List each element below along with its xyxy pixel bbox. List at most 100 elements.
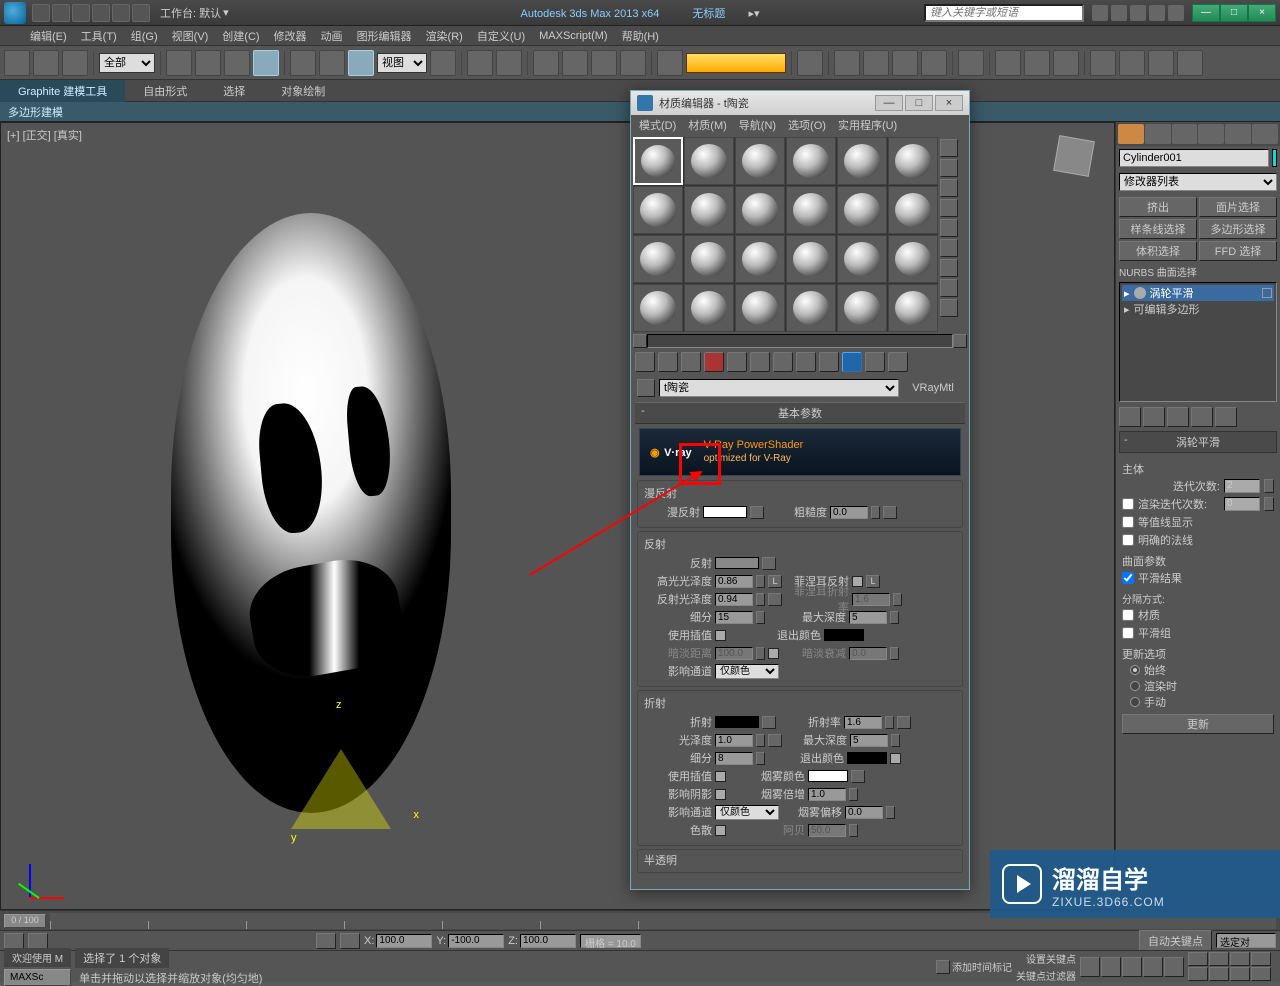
- menu-views[interactable]: 视图(V): [172, 28, 209, 44]
- render-iter-checkbox[interactable]: [1122, 498, 1134, 510]
- autokey-button[interactable]: 自动关键点: [1139, 930, 1212, 952]
- bulb-icon[interactable]: [1134, 287, 1146, 299]
- motion-tab-icon[interactable]: [1198, 124, 1224, 144]
- time-slider[interactable]: 0 / 100: [4, 914, 46, 928]
- zoom-all-icon[interactable]: [1251, 952, 1271, 966]
- dispersion-checkbox[interactable]: [715, 825, 726, 836]
- mat-menu-material[interactable]: 材质(M): [688, 117, 727, 133]
- move-icon[interactable]: [290, 50, 316, 76]
- next-frame-icon[interactable]: [1143, 957, 1163, 977]
- sample-slot-21[interactable]: [735, 284, 785, 332]
- fog-map-button[interactable]: [851, 770, 865, 783]
- mat-maximize-button[interactable]: □: [905, 95, 933, 111]
- pivot-icon[interactable]: [430, 50, 456, 76]
- sample-slot-3[interactable]: [735, 137, 785, 185]
- get-material-icon[interactable]: [635, 352, 655, 372]
- mat-close-button[interactable]: ×: [935, 95, 963, 111]
- sample-slot-2[interactable]: [684, 137, 734, 185]
- diffuse-color-swatch[interactable]: [703, 506, 747, 518]
- mod-btn-volsel[interactable]: 体积选择: [1119, 241, 1197, 261]
- object-color-swatch[interactable]: [1272, 149, 1277, 167]
- pan-icon[interactable]: [1188, 952, 1208, 966]
- teapot2-icon[interactable]: [1119, 50, 1145, 76]
- smooth-result-checkbox[interactable]: [1122, 572, 1134, 584]
- ior-map-button[interactable]: [897, 716, 911, 729]
- bind-spacewarp-icon[interactable]: [62, 50, 88, 76]
- material-editor-titlebar[interactable]: 材质编辑器 - t陶瓷 — □ ×: [631, 91, 969, 115]
- qat-undo-icon[interactable]: [92, 4, 110, 22]
- sample-slot-17[interactable]: [837, 235, 887, 283]
- workspace-dropdown-icon[interactable]: ▾: [223, 6, 229, 19]
- put-to-scene-icon[interactable]: [658, 352, 678, 372]
- favorites-icon[interactable]: [1149, 5, 1165, 21]
- spinner-icon[interactable]: [871, 506, 880, 519]
- qat-save-icon[interactable]: [72, 4, 90, 22]
- mirror-icon[interactable]: [797, 50, 823, 76]
- close-button[interactable]: ×: [1248, 4, 1276, 22]
- rotate-icon[interactable]: [319, 50, 345, 76]
- mat-menu-options[interactable]: 选项(O): [788, 117, 826, 133]
- sample-slot-9[interactable]: [735, 186, 785, 234]
- display-tab-icon[interactable]: [1225, 124, 1251, 144]
- sample-slot-18[interactable]: [888, 235, 938, 283]
- make-unique-icon[interactable]: [750, 352, 770, 372]
- set-key-button[interactable]: 设置关键点: [1026, 951, 1076, 966]
- menu-animation[interactable]: 动画: [321, 28, 343, 44]
- roughness-spinner[interactable]: 0.0: [830, 506, 868, 519]
- ribbon-tab-graphite[interactable]: Graphite 建模工具: [0, 80, 125, 102]
- ior-spinner[interactable]: 1.6: [844, 716, 882, 729]
- pin-icon[interactable]: [1262, 288, 1272, 298]
- add-time-tag-label[interactable]: 添加时间标记: [952, 959, 1012, 974]
- qat-open-icon[interactable]: [52, 4, 70, 22]
- spinner-icon[interactable]: [849, 824, 858, 837]
- sample-slot-23[interactable]: [837, 284, 887, 332]
- zoom-icon[interactable]: [1230, 952, 1250, 966]
- rollout-basic-params-title[interactable]: 基本参数: [635, 402, 965, 424]
- make-preview-icon[interactable]: [940, 239, 958, 257]
- teapot1-icon[interactable]: [1090, 50, 1116, 76]
- exit-color-swatch[interactable]: [824, 629, 864, 641]
- explicit-normals-checkbox[interactable]: [1122, 534, 1134, 546]
- sample-slot-1[interactable]: [633, 137, 683, 185]
- sample-slot-13[interactable]: [633, 235, 683, 283]
- by-material-checkbox[interactable]: [1122, 609, 1134, 621]
- refr-gloss-spinner[interactable]: 1.0: [715, 734, 753, 747]
- ribbon-tab-selection[interactable]: 选择: [205, 80, 263, 102]
- curve-editor-icon[interactable]: [892, 50, 918, 76]
- show-result-icon[interactable]: [1143, 407, 1165, 427]
- sample-type-icon[interactable]: [940, 139, 958, 157]
- scroll-right-icon[interactable]: [953, 334, 967, 348]
- spinner-icon[interactable]: [849, 788, 858, 801]
- key-filter-button[interactable]: 关键点过滤器: [1016, 968, 1076, 983]
- spinner-icon[interactable]: [890, 647, 899, 660]
- signin-icon[interactable]: [1111, 5, 1127, 21]
- refr-use-interp-checkbox[interactable]: [715, 771, 726, 782]
- mat-menu-modes[interactable]: 模式(D): [639, 117, 676, 133]
- mod-btn-ffdsel[interactable]: FFD 选择: [1199, 241, 1277, 261]
- max-toggle-icon[interactable]: [1251, 967, 1271, 981]
- background-icon[interactable]: [940, 179, 958, 197]
- expand-icon[interactable]: ▸: [1124, 303, 1130, 316]
- orbit-icon[interactable]: [1230, 967, 1250, 981]
- object-name-input[interactable]: [1119, 149, 1269, 167]
- transform-gizmo[interactable]: z x y: [281, 709, 411, 839]
- scroll-left-icon[interactable]: [633, 334, 647, 348]
- sample-scrollbar[interactable]: [631, 334, 969, 348]
- fog-bias-spinner[interactable]: 0.0: [845, 806, 883, 819]
- refr-gloss-map-button[interactable]: [768, 734, 782, 747]
- mod-btn-splinesel[interactable]: 样条线选择: [1119, 219, 1197, 239]
- hierarchy-tab-icon[interactable]: [1172, 124, 1198, 144]
- abs-rel-icon[interactable]: [316, 933, 336, 949]
- snap-percent-icon[interactable]: [591, 50, 617, 76]
- fog-color-swatch[interactable]: [808, 770, 848, 782]
- maximize-button[interactable]: □: [1220, 4, 1248, 22]
- render-iter-spinner[interactable]: 0: [1224, 497, 1260, 511]
- mat-minimize-button[interactable]: —: [875, 95, 903, 111]
- fog-mult-spinner[interactable]: 1.0: [808, 788, 846, 801]
- scale-icon[interactable]: [348, 50, 374, 76]
- snap-angle-icon[interactable]: [562, 50, 588, 76]
- render-frame-icon[interactable]: [1024, 50, 1050, 76]
- infocenter-icon[interactable]: [1092, 5, 1108, 21]
- ref-coord-dropdown[interactable]: 视图: [377, 53, 427, 73]
- show-end-result-icon[interactable]: [842, 352, 862, 372]
